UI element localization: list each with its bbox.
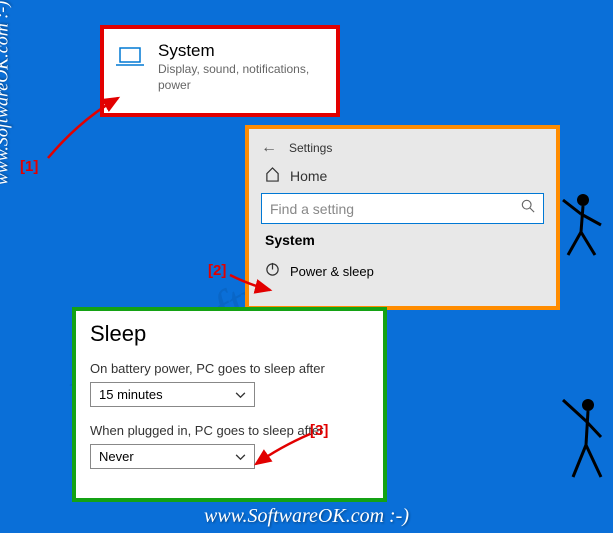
stick-figure-icon [553, 190, 608, 260]
system-tile-subtitle: Display, sound, notifications, power [158, 62, 328, 93]
battery-sleep-label: On battery power, PC goes to sleep after [90, 361, 369, 376]
battery-sleep-value: 15 minutes [99, 387, 163, 402]
watermark-bottom: www.SoftwareOK.com :-) [0, 505, 613, 528]
arrow-2 [225, 270, 280, 300]
chevron-down-icon [235, 449, 246, 464]
back-icon[interactable]: ← [261, 139, 277, 157]
power-sleep-nav-item[interactable]: Power & sleep [261, 258, 544, 284]
chevron-down-icon [235, 387, 246, 402]
laptop-icon [116, 47, 144, 93]
arrow-3 [250, 432, 320, 472]
settings-header-title: Settings [289, 141, 332, 155]
search-icon [521, 199, 535, 218]
search-placeholder: Find a setting [270, 201, 354, 217]
sleep-settings-panel: Sleep On battery power, PC goes to sleep… [72, 307, 387, 502]
watermark-left: www.SoftwareOK.com :-) [0, 0, 13, 185]
plugged-sleep-select[interactable]: Never [90, 444, 255, 469]
system-tile[interactable]: System Display, sound, notifications, po… [100, 25, 340, 117]
home-label: Home [290, 168, 327, 184]
stick-figure-icon [553, 395, 608, 485]
annotation-1: [1] [20, 158, 38, 175]
system-tile-title: System [158, 41, 328, 61]
home-icon [265, 167, 280, 185]
system-section-header: System [265, 232, 544, 248]
home-nav-item[interactable]: Home [261, 161, 544, 193]
battery-sleep-select[interactable]: 15 minutes [90, 382, 255, 407]
arrow-1 [40, 90, 130, 170]
settings-window: ← Settings Home Find a setting System Po… [245, 125, 560, 310]
sleep-title: Sleep [90, 321, 369, 347]
power-sleep-label: Power & sleep [290, 264, 374, 279]
search-input[interactable]: Find a setting [261, 193, 544, 224]
plugged-sleep-value: Never [99, 449, 134, 464]
annotation-2: [2] [208, 262, 226, 279]
